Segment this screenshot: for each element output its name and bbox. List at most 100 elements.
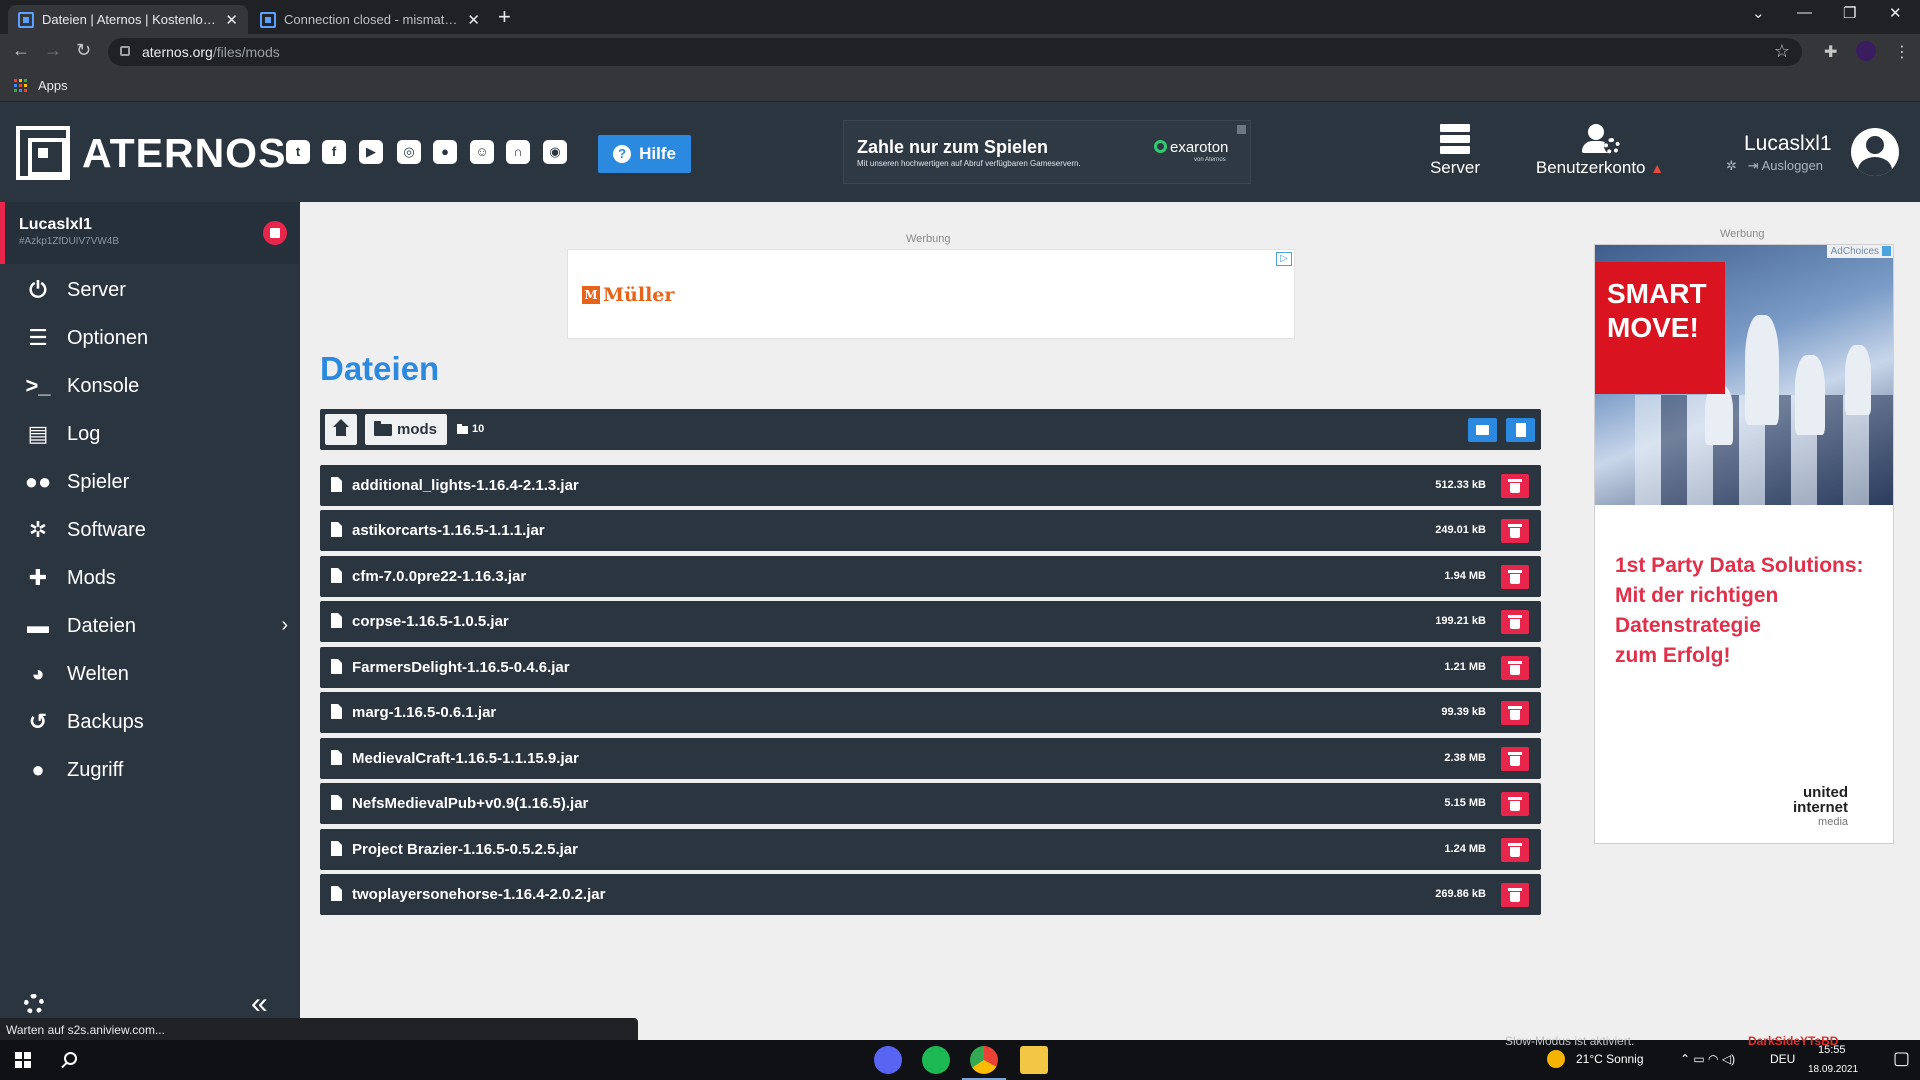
delete-trash-icon[interactable] [1501, 519, 1529, 543]
close-window-icon[interactable]: ✕ [1889, 4, 1902, 22]
reddit-icon[interactable]: ● [433, 140, 457, 164]
sidebar-item-log[interactable]: ▤ Log [0, 412, 300, 456]
top-ad-banner[interactable]: M Müller ▷ [567, 249, 1295, 339]
delete-trash-icon[interactable] [1501, 701, 1529, 725]
apps-grid-icon[interactable] [14, 79, 27, 92]
nav-account[interactable]: Benutzerkonto ▲ [1528, 124, 1672, 178]
file-name[interactable]: astikorcarts-1.16.5-1.1.1.jar [352, 522, 545, 539]
reload-icon[interactable]: ↻ [76, 40, 91, 61]
minimize-icon[interactable]: — [1797, 4, 1812, 21]
sidebar-item-mods[interactable]: ✚ Mods [0, 556, 300, 600]
sidebar-item-software[interactable]: ✲ Software [0, 508, 300, 552]
home-icon[interactable] [325, 414, 357, 445]
adchoices-icon[interactable]: ▷ [1276, 252, 1292, 266]
aternos-logo-icon[interactable] [16, 126, 70, 180]
chrome-app-icon[interactable] [962, 1046, 1006, 1080]
file-name[interactable]: MedievalCraft-1.16.5-1.1.15.9.jar [352, 750, 579, 767]
support-headset-icon[interactable]: ∩ [506, 140, 530, 164]
weather-text[interactable]: 21°C Sonnig [1576, 1052, 1644, 1066]
new-folder-button[interactable] [1468, 418, 1497, 442]
search-icon[interactable] [64, 1052, 77, 1065]
twitter-icon[interactable]: t [286, 140, 310, 164]
new-tab-icon[interactable]: + [498, 4, 511, 30]
delete-trash-icon[interactable] [1501, 610, 1529, 634]
browser-tab[interactable]: Connection closed - mismatched ✕ [250, 5, 490, 34]
sidebar-item-spieler[interactable]: ●● Spieler [0, 460, 300, 504]
logo-text[interactable]: ATERNOS [82, 130, 286, 177]
stop-status-icon[interactable] [263, 221, 287, 245]
sidebar-item-server[interactable]: ⏻ Server [0, 268, 300, 312]
delete-trash-icon[interactable] [1501, 474, 1529, 498]
file-name[interactable]: corpse-1.16.5-1.0.5.jar [352, 613, 509, 630]
apps-bookmark[interactable]: Apps [38, 78, 68, 93]
ad-close-icon[interactable] [1237, 125, 1246, 134]
profile-avatar-icon[interactable] [1856, 41, 1876, 61]
file-name[interactable]: Project Brazier-1.16.5-0.5.2.5.jar [352, 841, 578, 858]
side-ad-banner[interactable]: SMART MOVE! AdChoices 1st Party Data Solu… [1594, 244, 1894, 844]
file-row[interactable]: corpse-1.16.5-1.0.5.jar 199.21 kB [320, 601, 1541, 642]
server-info[interactable]: Lucaslxl1 #Azkp1ZfDUIV7VW4B [0, 202, 300, 264]
file-row[interactable]: Project Brazier-1.16.5-0.5.2.5.jar 1.24 … [320, 829, 1541, 870]
breadcrumb-folder[interactable]: mods [365, 414, 448, 445]
adchoices-label[interactable]: AdChoices [1826, 245, 1893, 258]
file-name[interactable]: additional_lights-1.16.4-2.1.3.jar [352, 477, 579, 494]
sidebar-item-backups[interactable]: ↺ Backups [0, 700, 300, 744]
settings-gear-icon[interactable]: ✲ [1726, 158, 1737, 173]
file-row[interactable]: MedievalCraft-1.16.5-1.1.15.9.jar 2.38 M… [320, 738, 1541, 779]
tab-search-icon[interactable]: ⌄ [1752, 4, 1765, 22]
file-row[interactable]: astikorcarts-1.16.5-1.1.1.jar 249.01 kB [320, 510, 1541, 551]
file-row[interactable]: marg-1.16.5-0.6.1.jar 99.39 kB [320, 692, 1541, 733]
nav-server[interactable]: Server [1420, 124, 1490, 178]
bookmark-star-icon[interactable]: ☆ [1774, 41, 1790, 62]
collapse-sidebar-icon[interactable]: « [251, 987, 268, 1021]
discord-icon[interactable]: ☺ [470, 140, 494, 164]
avatar[interactable] [1851, 128, 1899, 176]
sidebar-item-welten[interactable]: ◕ Welten [0, 652, 300, 696]
tray-icons[interactable]: ⌃ ▭ ◠ ◁) [1680, 1052, 1735, 1066]
help-button[interactable]: ? Hilfe [598, 135, 691, 173]
file-explorer-app-icon[interactable] [1020, 1046, 1048, 1074]
delete-trash-icon[interactable] [1501, 838, 1529, 862]
notification-icon[interactable]: ▢ [1893, 1048, 1910, 1069]
discord-app-icon[interactable] [874, 1046, 902, 1074]
file-row[interactable]: FarmersDelight-1.16.5-0.4.6.jar 1.21 MB [320, 647, 1541, 688]
back-icon[interactable]: ← [12, 40, 30, 61]
logout-link[interactable]: Ausloggen [1762, 158, 1823, 173]
file-name[interactable]: NefsMedievalPub+v0.9(1.16.5).jar [352, 795, 588, 812]
sidebar-item-konsole[interactable]: >_ Konsole [0, 364, 300, 408]
browser-tab-active[interactable]: Dateien | Aternos | Kostenlose Minecraft… [8, 5, 248, 34]
address-bar[interactable]: aternos.org/files/mods ☆ [108, 38, 1802, 66]
github-icon[interactable]: ◉ [543, 140, 567, 164]
sidebar-settings-gear-icon[interactable] [24, 994, 44, 1014]
delete-trash-icon[interactable] [1501, 792, 1529, 816]
header-ad-banner[interactable]: Zahle nur zum Spielen Mit unseren hochwe… [843, 120, 1251, 184]
sidebar-item-dateien[interactable]: ▬ Dateien › [0, 604, 300, 648]
delete-trash-icon[interactable] [1501, 883, 1529, 907]
maximize-icon[interactable]: ❐ [1843, 4, 1856, 22]
file-row[interactable]: additional_lights-1.16.4-2.1.3.jar 512.3… [320, 465, 1541, 506]
tab-close-icon[interactable]: ✕ [467, 11, 480, 29]
delete-trash-icon[interactable] [1501, 656, 1529, 680]
forward-icon[interactable]: → [44, 40, 62, 61]
delete-trash-icon[interactable] [1501, 565, 1529, 589]
sidebar-item-optionen[interactable]: ☰ Optionen [0, 316, 300, 360]
spotify-app-icon[interactable] [922, 1046, 950, 1074]
kebab-menu-icon[interactable]: ⋮ [1894, 42, 1910, 62]
instagram-icon[interactable]: ◎ [397, 140, 421, 164]
file-name[interactable]: marg-1.16.5-0.6.1.jar [352, 704, 496, 721]
file-name[interactable]: twoplayersonehorse-1.16.4-2.0.2.jar [352, 886, 605, 903]
tab-close-icon[interactable]: ✕ [225, 11, 238, 29]
extensions-puzzle-icon[interactable]: ✚ [1824, 42, 1837, 62]
facebook-icon[interactable]: f [322, 140, 346, 164]
youtube-icon[interactable]: ▶ [359, 140, 383, 164]
file-name[interactable]: cfm-7.0.0pre22-1.16.3.jar [352, 568, 526, 585]
file-row[interactable]: NefsMedievalPub+v0.9(1.16.5).jar 5.15 MB [320, 783, 1541, 824]
file-row[interactable]: cfm-7.0.0pre22-1.16.3.jar 1.94 MB [320, 556, 1541, 597]
windows-start-icon[interactable] [15, 1052, 31, 1068]
sidebar-item-zugriff[interactable]: ● Zugriff [0, 748, 300, 792]
file-name[interactable]: FarmersDelight-1.16.5-0.4.6.jar [352, 659, 570, 676]
language-indicator[interactable]: DEU [1770, 1052, 1795, 1066]
file-row[interactable]: twoplayersonehorse-1.16.4-2.0.2.jar 269.… [320, 874, 1541, 915]
new-file-button[interactable] [1506, 418, 1535, 442]
delete-trash-icon[interactable] [1501, 747, 1529, 771]
